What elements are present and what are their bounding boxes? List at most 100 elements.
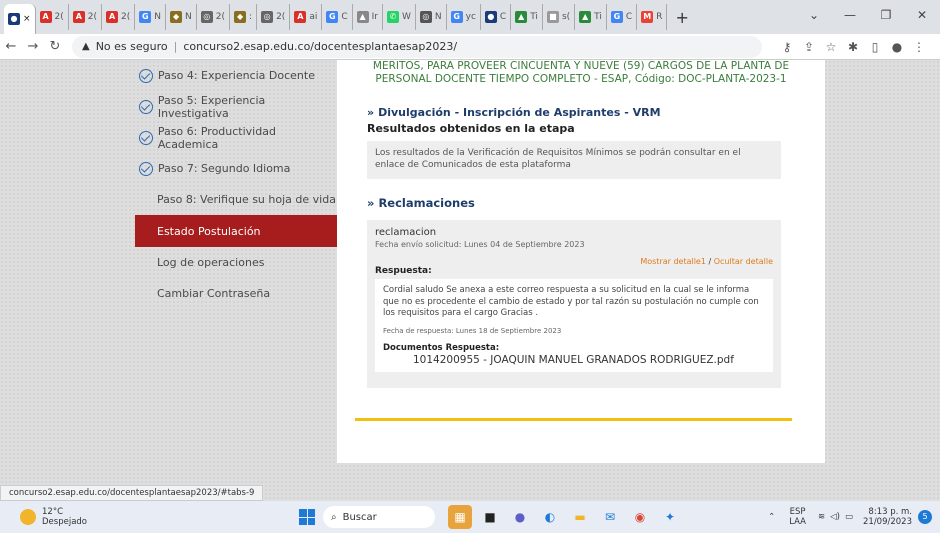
layout-code: LAA bbox=[789, 517, 806, 527]
clock[interactable]: 8:13 p. m. 21/09/2023 bbox=[863, 507, 912, 527]
tab-label: ai bbox=[309, 12, 318, 22]
sidebar-item-paso-5[interactable]: Paso 5: Experiencia Investigativa bbox=[135, 91, 337, 122]
language-indicator[interactable]: ESP LAA bbox=[789, 507, 806, 527]
taskbar-search[interactable]: ⌕ Buscar bbox=[323, 506, 435, 528]
clock-time: 8:13 p. m. bbox=[868, 507, 912, 517]
sidebar-item-label: Log de operaciones bbox=[157, 256, 265, 269]
chevron-double-down-icon: » bbox=[367, 106, 375, 119]
tab[interactable]: GN bbox=[135, 4, 167, 30]
tab[interactable]: GC bbox=[607, 4, 638, 30]
minimize-icon[interactable]: — bbox=[832, 8, 868, 22]
tab-label: C bbox=[499, 12, 507, 22]
tab[interactable]: ◎ 2( bbox=[257, 4, 291, 30]
taskbar: 12°C Despejado ⌕ Buscar ▦ ■ ● ◐ ▬ ✉ ◉ ✦ … bbox=[0, 501, 940, 533]
notification-badge[interactable]: 5 bbox=[918, 510, 932, 524]
share-icon[interactable]: ⇪ bbox=[798, 40, 820, 54]
check-circle-icon bbox=[139, 130, 153, 145]
sidebar-item-estado-postulacion[interactable]: Estado Postulación bbox=[135, 215, 337, 247]
document-file-link[interactable]: 1014200955 - JOAQUIN MANUEL GRANADOS ROD… bbox=[383, 354, 765, 367]
back-icon[interactable]: ← bbox=[0, 39, 22, 54]
tab[interactable]: A 2( bbox=[36, 4, 69, 30]
tab-search-icon[interactable]: ⌄ bbox=[796, 8, 832, 22]
response-date: Fecha de respuesta: Lunes 18 de Septiemb… bbox=[383, 326, 562, 335]
tab[interactable]: ■ s( bbox=[543, 4, 576, 30]
teams-icon[interactable]: ● bbox=[508, 505, 532, 529]
star-icon[interactable]: ☆ bbox=[820, 40, 842, 54]
warning-icon[interactable]: ▲ bbox=[82, 41, 90, 52]
tab[interactable]: Gyc bbox=[447, 4, 481, 30]
footer-divider bbox=[355, 418, 792, 421]
show-detail-link[interactable]: Mostrar detalle1 bbox=[640, 257, 706, 266]
file-explorer-icon[interactable]: ▬ bbox=[568, 505, 592, 529]
widget-app-icon[interactable]: ▦ bbox=[448, 505, 472, 529]
profile-avatar-icon[interactable]: ● bbox=[886, 40, 908, 54]
chrome-icon[interactable]: ◉ bbox=[628, 505, 652, 529]
task-view-icon[interactable]: ■ bbox=[478, 505, 502, 529]
tab-label: 2( bbox=[54, 12, 64, 22]
sidebar-item-paso-6[interactable]: Paso 6: Productividad Academica bbox=[135, 122, 337, 153]
tab[interactable]: GC bbox=[322, 4, 353, 30]
menu-icon[interactable]: ⋮ bbox=[908, 40, 930, 54]
sidebar-item-cambiar-contrasena[interactable]: Cambiar Contraseña bbox=[135, 278, 337, 309]
system-tray: ⌃ ESP LAA ≋ ◁) ▭ 8:13 p. m. 21/09/2023 5 bbox=[768, 501, 932, 533]
site-icon: ■ bbox=[546, 11, 559, 23]
section-divulgacion-title[interactable]: » Divulgación - Inscripción de Aspirantes… bbox=[367, 106, 825, 119]
wifi-icon[interactable]: ≋ bbox=[818, 512, 825, 522]
close-window-icon[interactable]: ✕ bbox=[904, 8, 940, 22]
tab[interactable]: MR bbox=[637, 4, 668, 30]
tab-label: yc bbox=[465, 12, 476, 22]
key-icon[interactable]: ⚷ bbox=[776, 40, 798, 54]
sidebar-item-paso-4[interactable]: Paso 4: Experiencia Docente bbox=[135, 60, 337, 91]
tab[interactable]: ● C bbox=[481, 4, 512, 30]
sidebar-item-log-operaciones[interactable]: Log de operaciones bbox=[135, 247, 337, 278]
tab[interactable]: ▲ Ti bbox=[511, 4, 543, 30]
tab[interactable]: ◆: bbox=[230, 4, 258, 30]
address-bar[interactable]: ▲ No es seguro | concurso2.esap.edu.co/d… bbox=[72, 35, 762, 58]
tab[interactable]: ▲ Ti bbox=[575, 4, 607, 30]
tab[interactable]: ✆ W bbox=[383, 4, 416, 30]
browser-tab-strip: ● × A 2( A 2( A 2( GN ◆ N ◎ 2( ◆: ◎ 2( Aai GC … bbox=[0, 0, 940, 34]
mail-icon[interactable]: ✉ bbox=[598, 505, 622, 529]
tab-label: Ir bbox=[371, 12, 378, 22]
tab[interactable]: ◎ N bbox=[416, 4, 447, 30]
tab-active[interactable]: ● × bbox=[4, 4, 36, 34]
resultados-text: Los resultados de la Verificación de Req… bbox=[375, 148, 741, 170]
section-reclamaciones-title[interactable]: » Reclamaciones bbox=[367, 196, 825, 210]
tab-label: 2( bbox=[276, 12, 286, 22]
windows-start-icon[interactable] bbox=[299, 509, 315, 525]
weather-widget[interactable]: 12°C Despejado bbox=[20, 507, 87, 527]
moon-icon bbox=[20, 509, 36, 525]
tab[interactable]: ◎ 2( bbox=[197, 4, 231, 30]
tab[interactable]: A 2( bbox=[69, 4, 103, 30]
intro-line-1: MERITOS, PARA PROVEER CINCUENTA Y NUEVE … bbox=[372, 60, 790, 72]
new-tab-button[interactable]: + bbox=[667, 8, 696, 27]
restore-icon[interactable]: ❐ bbox=[868, 8, 904, 22]
tab-label: 2( bbox=[121, 12, 131, 22]
sidebar-item-paso-7[interactable]: Paso 7: Segundo Idioma bbox=[135, 153, 337, 184]
tab[interactable]: Aai bbox=[290, 4, 323, 30]
tab[interactable]: ▲ Ir bbox=[353, 4, 383, 30]
tab-label: N bbox=[434, 12, 442, 22]
forward-icon[interactable]: → bbox=[22, 39, 44, 54]
extensions-icon[interactable]: ✱ bbox=[842, 40, 864, 54]
section-title-text: Reclamaciones bbox=[378, 196, 475, 210]
sidebar-item-paso-8[interactable]: Paso 8: Verifique su hoja de vida bbox=[135, 184, 337, 215]
reload-icon[interactable]: ↻ bbox=[44, 39, 66, 54]
section-title-text: Divulgación - Inscripción de Aspirantes … bbox=[378, 106, 661, 119]
volume-icon[interactable]: ◁) bbox=[830, 512, 840, 522]
sidepanel-icon[interactable]: ▯ bbox=[864, 40, 886, 54]
pdf-icon: A bbox=[106, 11, 119, 23]
window-controls: ⌄ — ❐ ✕ bbox=[796, 0, 940, 30]
google-icon: G bbox=[610, 11, 623, 23]
check-circle-icon bbox=[139, 68, 153, 83]
chevron-up-icon[interactable]: ⌃ bbox=[768, 512, 775, 522]
edge-icon[interactable]: ◐ bbox=[538, 505, 562, 529]
seal-icon: ◆ bbox=[234, 11, 247, 23]
hide-detail-link[interactable]: Ocultar detalle bbox=[714, 257, 773, 266]
app-icon[interactable]: ✦ bbox=[658, 505, 682, 529]
tab[interactable]: ◆ N bbox=[166, 4, 197, 30]
tab-close-icon[interactable]: × bbox=[23, 14, 31, 24]
battery-icon[interactable]: ▭ bbox=[845, 512, 853, 522]
tab-label: Ti bbox=[530, 12, 538, 22]
tab[interactable]: A 2( bbox=[102, 4, 136, 30]
